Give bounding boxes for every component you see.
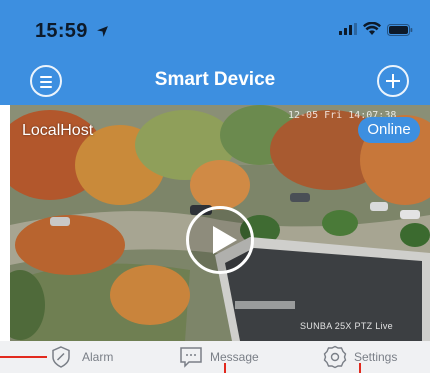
play-icon	[213, 226, 237, 254]
tab-settings[interactable]: Settings	[322, 341, 412, 373]
shield-icon	[52, 346, 70, 368]
page-title: Smart Device	[154, 69, 276, 90]
status-badge: Online	[358, 117, 420, 143]
status-bar: 15:59	[0, 0, 430, 58]
tab-settings-label: Settings	[354, 350, 398, 364]
tab-alarm-label: Alarm	[82, 350, 114, 364]
status-time: 15:59	[35, 20, 88, 42]
camera-preview[interactable]: LocalHost 12-05 Fri 14:07:38 Online SUNB…	[10, 105, 430, 341]
device-action-bar: Alarm Message Settings	[0, 341, 430, 373]
tab-alarm[interactable]: Alarm	[48, 341, 128, 373]
chat-icon	[180, 347, 202, 368]
gear-icon	[323, 345, 347, 369]
tab-message[interactable]: Message	[178, 341, 268, 373]
app-header: 15:59 Smart Device	[0, 0, 430, 105]
device-name: LocalHost	[22, 122, 94, 139]
add-device-button[interactable]	[377, 65, 409, 97]
annotation-line-settings	[359, 363, 361, 373]
nav-bar: Smart Device	[0, 58, 430, 105]
annotation-line-alarm	[0, 356, 47, 358]
tab-message-label: Message	[210, 350, 259, 364]
wifi-icon	[363, 22, 381, 35]
annotation-line-message	[224, 363, 226, 373]
play-button[interactable]	[186, 206, 254, 274]
battery-icon	[387, 24, 413, 36]
location-arrow-icon	[97, 26, 108, 37]
camera-watermark: SUNBA 25X PTZ Live	[300, 321, 393, 331]
cellular-signal-icon	[339, 23, 357, 35]
